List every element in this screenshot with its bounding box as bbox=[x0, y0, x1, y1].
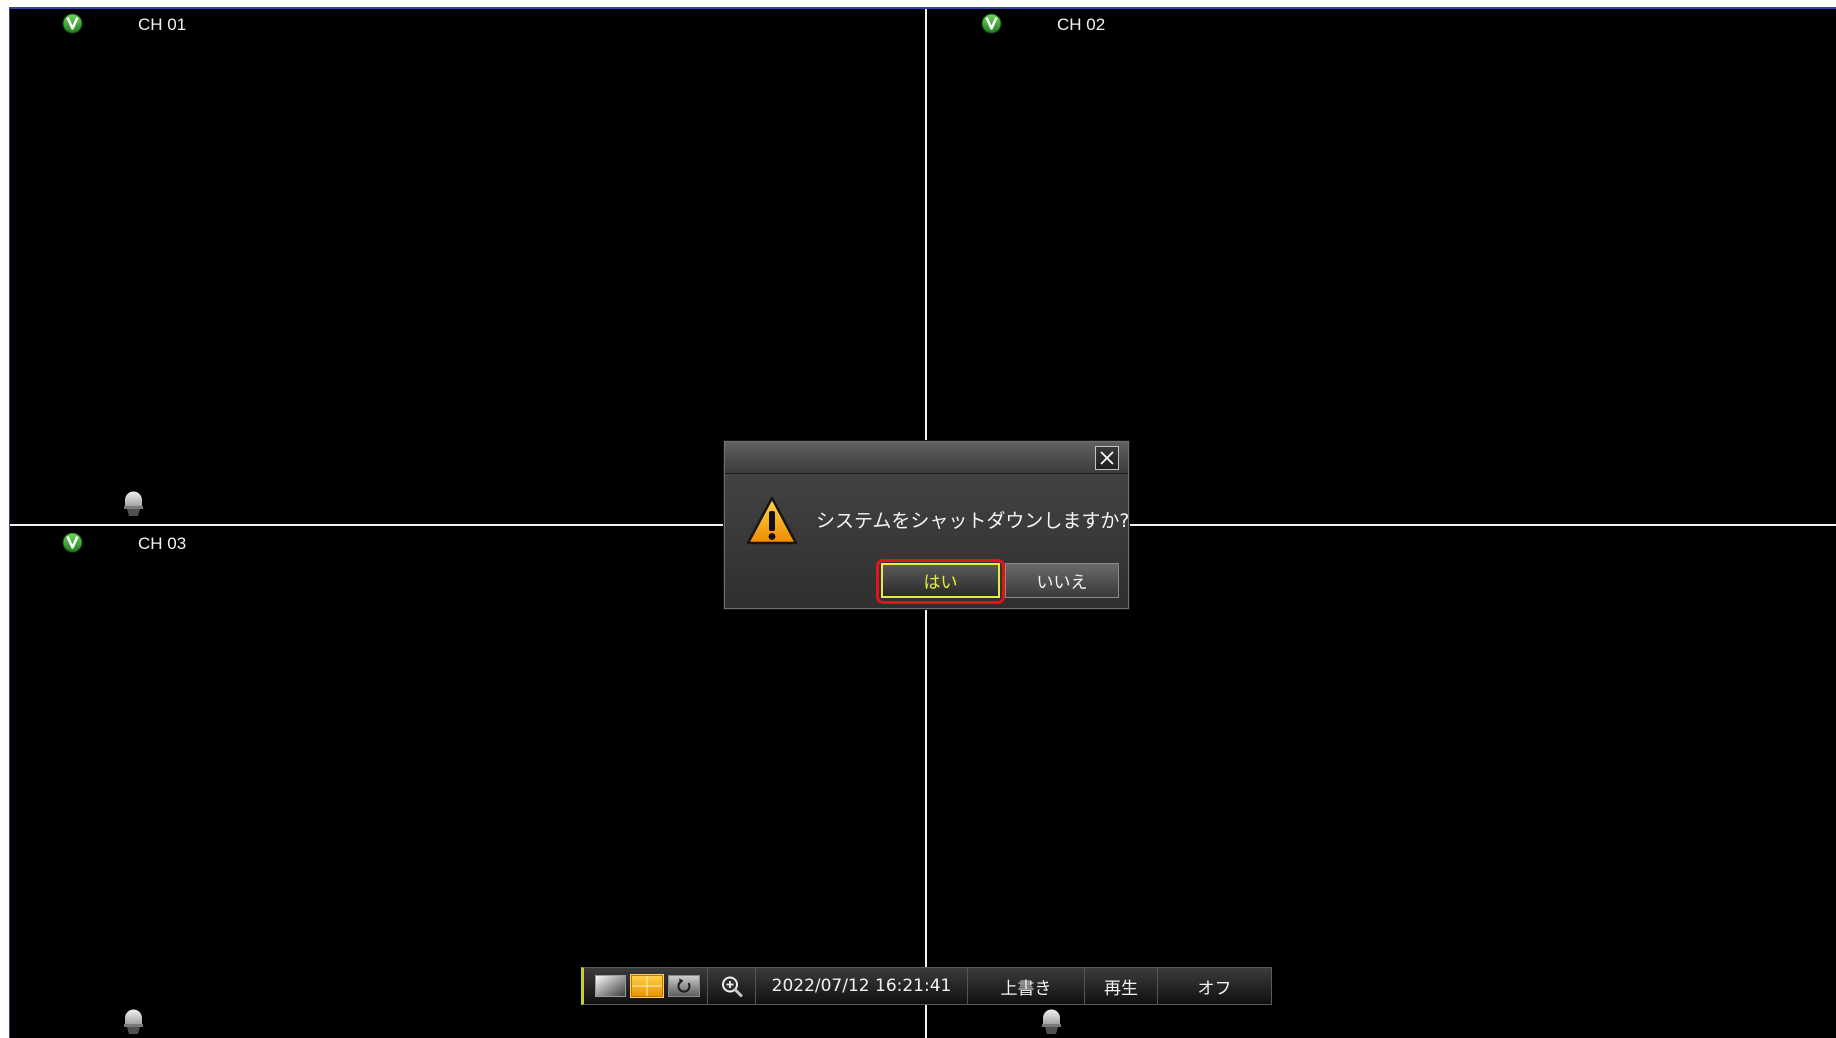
zoom-button[interactable] bbox=[707, 968, 755, 1004]
playback-button[interactable]: 再生 bbox=[1084, 968, 1157, 1004]
layout-button-group bbox=[584, 968, 707, 1004]
overwrite-status-button[interactable]: 上書き bbox=[967, 968, 1084, 1004]
v-status-icon-graphic bbox=[981, 13, 1002, 34]
zoom-in-icon-graphic bbox=[721, 976, 742, 997]
v-status-icon bbox=[62, 532, 83, 553]
v-status-icon-graphic bbox=[62, 13, 83, 34]
v-status-icon bbox=[62, 13, 83, 34]
bottom-toolbar: 2022/07/12 16:21:41 上書き 再生 オフ bbox=[581, 967, 1272, 1005]
dialog-close-button[interactable] bbox=[1095, 446, 1119, 470]
shutdown-confirm-dialog: システムをシャットダウンしますか? はい いいえ bbox=[724, 441, 1130, 609]
datetime-display: 2022/07/12 16:21:41 bbox=[755, 968, 967, 1004]
close-icon bbox=[1100, 451, 1114, 465]
warning-icon-graphic bbox=[746, 496, 798, 545]
v-status-icon bbox=[981, 13, 1002, 34]
zoom-in-icon bbox=[720, 975, 744, 997]
dialog-message: システムをシャットダウンしますか? bbox=[816, 510, 1130, 532]
camera-dome-icon bbox=[123, 1009, 144, 1035]
single-view-button[interactable] bbox=[595, 975, 626, 997]
sequence-rotate-button[interactable] bbox=[668, 975, 700, 997]
quad-view-icon bbox=[631, 975, 663, 997]
warning-icon bbox=[745, 495, 799, 547]
quad-view-button[interactable] bbox=[630, 974, 664, 998]
v-status-icon-graphic bbox=[62, 532, 83, 553]
channel-label: CH 03 bbox=[138, 534, 187, 553]
camera-dome-icon bbox=[123, 491, 144, 517]
no-button[interactable]: いいえ bbox=[1005, 563, 1119, 598]
camera-dome-icon-graphic bbox=[123, 491, 144, 517]
off-button[interactable]: オフ bbox=[1157, 968, 1271, 1004]
yes-button[interactable]: はい bbox=[881, 563, 1000, 598]
camera-dome-icon bbox=[1041, 1009, 1062, 1035]
channel-label: CH 01 bbox=[138, 15, 187, 34]
dialog-title-bar[interactable] bbox=[725, 442, 1128, 474]
sequence-rotate-icon bbox=[668, 975, 700, 997]
single-view-icon bbox=[595, 975, 626, 997]
camera-dome-icon-graphic bbox=[123, 1009, 144, 1035]
camera-dome-icon-graphic bbox=[1041, 1009, 1062, 1035]
channel-label: CH 02 bbox=[1057, 15, 1106, 34]
